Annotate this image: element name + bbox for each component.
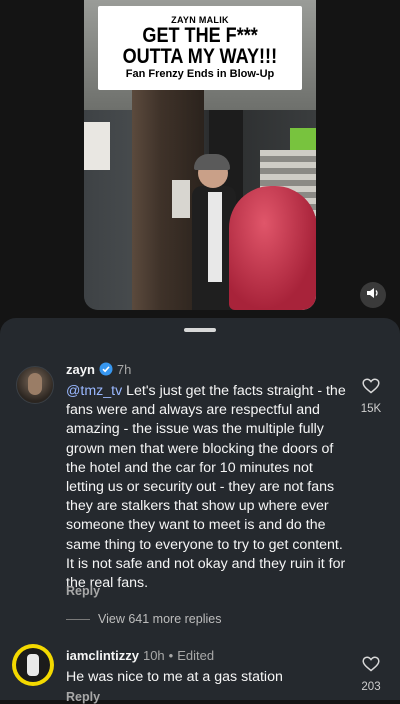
- avatar-figure: [27, 654, 39, 676]
- comment-mention[interactable]: @tmz_tv: [66, 383, 122, 399]
- avatar-face: [28, 373, 42, 395]
- comment-header: iamclintizzy 10h • Edited: [66, 648, 214, 663]
- reply-button[interactable]: Reply: [66, 584, 100, 598]
- video-area: ZAYN MALIK GET THE F*** OUTTA MY WAY!!! …: [0, 0, 400, 322]
- caption-headline-2: OUTTA MY WAY!!!: [122, 45, 278, 68]
- view-replies-link[interactable]: View 641 more replies: [66, 612, 221, 626]
- caption-headline-1: GET THE F***: [142, 24, 258, 47]
- video-man-cap: [194, 154, 230, 170]
- edited-label: Edited: [177, 648, 215, 663]
- video-door-sign: [172, 180, 190, 218]
- comment-time: 7h: [116, 362, 132, 377]
- separator-dot: •: [168, 648, 174, 663]
- divider-line: [66, 619, 90, 621]
- video-wall-paper: [84, 122, 110, 170]
- comment-username[interactable]: zayn: [66, 362, 95, 377]
- video-player[interactable]: ZAYN MALIK GET THE F*** OUTTA MY WAY!!! …: [84, 0, 316, 310]
- comment-username[interactable]: iamclintizzy: [66, 648, 139, 663]
- comment-text: @tmz_tv Let's just get the facts straigh…: [66, 382, 348, 593]
- avatar[interactable]: [12, 644, 54, 686]
- comment-text: He was nice to me at a gas station: [66, 669, 283, 685]
- video-red-hair-person: [229, 186, 316, 310]
- reply-button[interactable]: Reply: [66, 690, 100, 704]
- sheet-drag-handle[interactable]: [184, 328, 216, 332]
- mute-button[interactable]: [360, 282, 386, 308]
- comments-sheet: zayn 7h @tmz_tv Let's just get the facts …: [0, 318, 400, 704]
- heart-icon: [362, 378, 380, 399]
- comment-time: 10h: [142, 648, 165, 663]
- like-button[interactable]: 203: [360, 656, 382, 693]
- verified-badge-icon: [99, 362, 113, 379]
- like-count: 15K: [360, 403, 382, 415]
- like-count: 203: [361, 681, 381, 693]
- avatar-image: [16, 648, 50, 682]
- comment-body: Let's just get the facts straight - the …: [66, 383, 346, 592]
- speaker-icon: [366, 286, 380, 305]
- video-caption-box: ZAYN MALIK GET THE F*** OUTTA MY WAY!!! …: [98, 6, 302, 90]
- avatar[interactable]: [16, 366, 54, 404]
- video-exit-sign: [290, 128, 316, 152]
- like-button[interactable]: 15K: [360, 378, 382, 415]
- view-replies-label: View 641 more replies: [98, 612, 222, 626]
- comment-header: zayn 7h: [66, 362, 131, 379]
- heart-icon: [362, 656, 380, 677]
- video-man-shirt: [208, 192, 222, 282]
- caption-subtitle: Fan Frenzy Ends in Blow-Up: [125, 68, 275, 80]
